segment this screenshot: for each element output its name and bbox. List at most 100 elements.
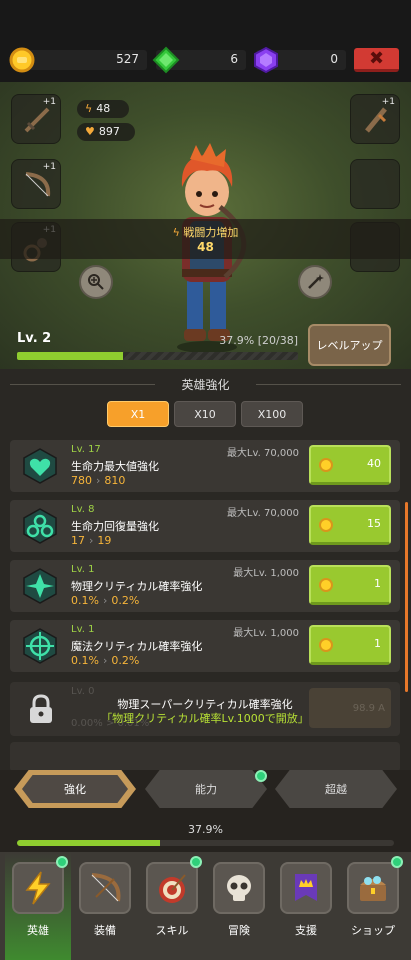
- upgrade-cost: 1: [374, 577, 381, 590]
- purple-gem-icon: [254, 46, 278, 74]
- bow-icon: [91, 873, 121, 902]
- regen-icon: [23, 508, 57, 544]
- nav-skill-label: スキル: [155, 924, 189, 937]
- boost-value: 48: [197, 240, 214, 254]
- chevron-right-icon: ›: [96, 474, 101, 487]
- levelup-button[interactable]: レベルアップ: [308, 324, 391, 366]
- magic-wand-icon: [308, 274, 324, 289]
- nav-shop[interactable]: ショップ: [340, 852, 406, 960]
- gold-counter: 527: [9, 47, 147, 73]
- multiplier-x100[interactable]: X100: [241, 401, 303, 427]
- nav-equipment-label: 装備: [94, 924, 116, 937]
- section-title: 英雄強化: [0, 376, 411, 393]
- tab-transcend-label: 超越: [325, 783, 347, 796]
- upgrade-cost: 1: [374, 637, 381, 650]
- multiplier-x10[interactable]: X10: [174, 401, 236, 427]
- hero-level: Lv. 2: [17, 331, 52, 346]
- total-progress-fill: [17, 840, 160, 846]
- nav-skill[interactable]: スキル: [139, 852, 205, 960]
- tab-ability[interactable]: 能力: [145, 770, 267, 808]
- equip-slot-arrow[interactable]: +1: [350, 94, 400, 144]
- nav-icon-box: [146, 862, 198, 914]
- chevron-right-icon: ›: [102, 654, 108, 667]
- upgrade-max-level: 最大Lv. 70,000: [226, 448, 299, 459]
- nav-icon-box: [213, 862, 265, 914]
- green-gem-value: 6: [230, 52, 238, 66]
- upgrade-buy-button[interactable]: 40: [309, 445, 391, 485]
- upgrade-name: 物理クリティカル確率強化: [71, 580, 203, 593]
- hp-stat: ♥ 897: [77, 123, 135, 141]
- nav-adventure[interactable]: 冒険: [206, 852, 272, 960]
- value-to: 0.2%: [111, 594, 140, 607]
- upgrade-buy-button[interactable]: 1: [309, 625, 391, 665]
- upgrade-level: Lv. 1: [71, 624, 95, 635]
- equip-slot-bow[interactable]: +1: [11, 159, 61, 209]
- upgrade-row: Lv. 1 魔法クリティカル確率強化 0.1% › 0.2% 最大Lv. 1,000…: [10, 620, 400, 672]
- upgrade-max-level: 最大Lv. 70,000: [226, 508, 299, 519]
- level-progress-bar: [17, 352, 298, 360]
- heart-icon: ♥: [85, 125, 95, 138]
- nav-support-label: 支援: [295, 924, 317, 937]
- crown-banner-icon: [295, 874, 317, 901]
- value-from: 0.1%: [71, 594, 99, 607]
- purple-gem-value: 0: [330, 52, 338, 66]
- value-from: 17: [71, 534, 85, 547]
- zoom-button[interactable]: [79, 265, 113, 299]
- tab-transcend[interactable]: 超越: [275, 770, 397, 808]
- upgrade-cost: 15: [367, 517, 381, 530]
- equip-slot-weapon[interactable]: +1: [11, 94, 61, 144]
- total-progress-bar: [17, 840, 394, 846]
- gold-coin-icon: [319, 638, 333, 652]
- bow-icon: [25, 172, 51, 197]
- tab-ability-label: 能力: [195, 783, 217, 796]
- nav-icon-box: [347, 862, 399, 914]
- upgrade-values: 780 › 810: [71, 474, 125, 487]
- nav-equipment[interactable]: 装備: [72, 852, 138, 960]
- notification-dot: [255, 770, 267, 782]
- attack-stat: ϟ 48: [77, 100, 129, 118]
- upgrade-name: 魔法クリティカル確率強化: [71, 640, 203, 653]
- nav-support[interactable]: 支援: [273, 852, 339, 960]
- upgrade-cost: 40: [367, 457, 381, 470]
- upgrade-buy-button[interactable]: 1: [309, 565, 391, 605]
- upgrade-max-level: 最大Lv. 1,000: [233, 568, 299, 579]
- total-progress-text: 37.9%: [188, 823, 223, 836]
- purple-gem-counter: 0: [254, 46, 346, 74]
- value-to: 0.2%: [111, 654, 140, 667]
- upgrade-values: 17 › 19: [71, 534, 111, 547]
- upgrade-values: 0.1% › 0.2%: [71, 654, 139, 667]
- treasure-chest-icon: [360, 876, 386, 901]
- magic-wand-button[interactable]: [298, 265, 332, 299]
- scroll-indicator[interactable]: [405, 502, 408, 692]
- multiplier-x1[interactable]: X1: [107, 401, 169, 427]
- gold-coin-icon: [9, 47, 35, 73]
- chevron-right-icon: ›: [89, 534, 94, 547]
- upgrade-max-level: 最大Lv. 1,000: [233, 628, 299, 639]
- upgrade-name: 生命力回復量強化: [71, 520, 159, 533]
- value-to: 810: [104, 474, 126, 487]
- close-button[interactable]: ✖: [354, 48, 399, 72]
- nav-icon-box: [79, 862, 131, 914]
- tab-enhance[interactable]: 強化: [14, 770, 136, 808]
- upgrade-row: Lv. 8 生命力回復量強化 17 › 19 最大Lv. 70,000 15: [10, 500, 400, 552]
- close-icon: ✖: [368, 48, 385, 69]
- locked-upgrade-row: Lv. 0 0.00% > 0.01% 98.9 A 物理スーパークリティカル確…: [10, 682, 400, 736]
- hp-value: 897: [98, 125, 120, 138]
- upgrade-buy-button[interactable]: 15: [309, 505, 391, 545]
- nav-hero[interactable]: 英雄: [5, 852, 71, 960]
- lightning-icon: ϟ: [85, 102, 93, 115]
- unlock-condition: 「物理クリティカル確率Lv.1000で開放」: [101, 712, 309, 725]
- gold-coin-icon: [319, 578, 333, 592]
- equip-slot-empty-1[interactable]: [350, 159, 400, 209]
- nav-hero-label: 英雄: [27, 924, 49, 937]
- upgrade-name: 生命力最大値強化: [71, 460, 159, 473]
- upgrade-values: 0.1% › 0.2%: [71, 594, 139, 607]
- upgrade-level: Lv. 17: [71, 444, 101, 455]
- notification-dot: [56, 856, 68, 868]
- upgrade-row: Lv. 1 物理クリティカル確率強化 0.1% › 0.2% 最大Lv. 1,000…: [10, 560, 400, 612]
- skull-icon: [227, 875, 251, 901]
- level-progress-fill: [17, 352, 124, 360]
- boost-label: 戦闘力増加: [183, 226, 239, 239]
- magic-crit-icon: [23, 628, 57, 664]
- upgrade-row-partial: [10, 742, 400, 772]
